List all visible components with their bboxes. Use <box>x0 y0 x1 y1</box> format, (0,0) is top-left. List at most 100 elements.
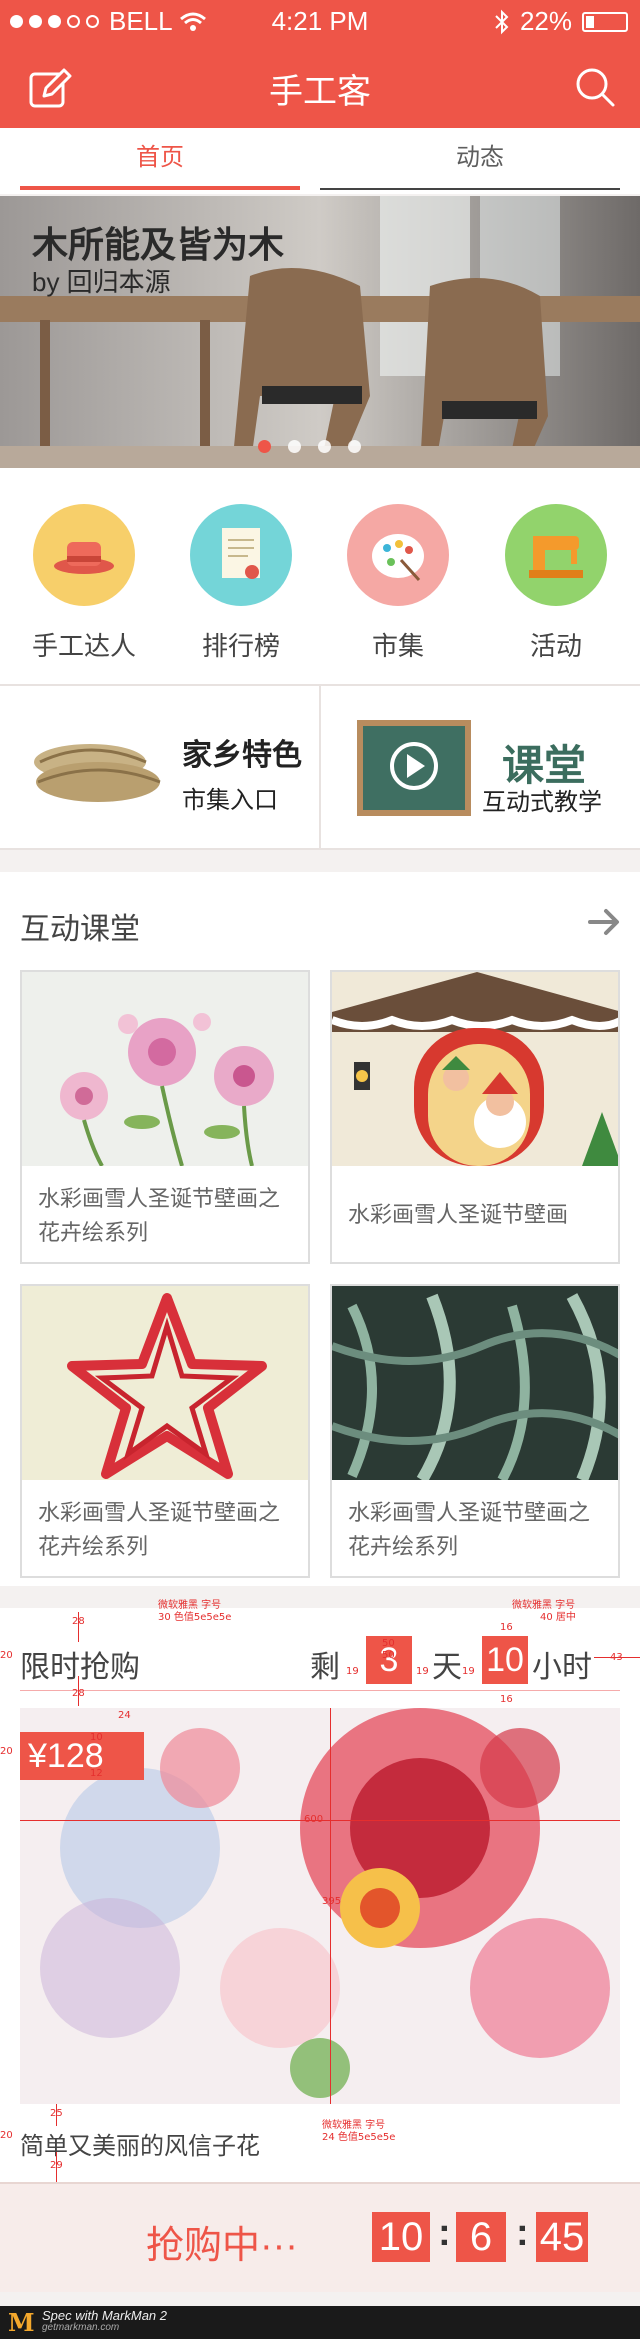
price-tag: ¥128 <box>20 1732 144 1780</box>
spec-number: 50 <box>382 1638 395 1649</box>
flash-sale-section: 限时抢购 剩 3 天 10 小时 ¥128 简单又美丽的风信子花 28 28 微… <box>0 1600 640 2182</box>
category-market[interactable]: 市集 <box>318 504 478 663</box>
battery-icon <box>582 11 628 32</box>
countdown-colon: : <box>438 2212 451 2254</box>
course-card-title: 水彩画雪人圣诞节壁画 <box>348 1202 569 1227</box>
straw-sandal-icon <box>34 744 161 802</box>
category-grid: 手工达人 排行榜 市集 活动 <box>0 468 640 684</box>
spec-number: 20 <box>0 2130 13 2141</box>
markman-footer: M Spec with MarkMan 2 getmarkman.com <box>0 2306 640 2339</box>
christmas-illustration-image <box>332 972 618 1166</box>
spec-number: 19 <box>346 1666 359 1677</box>
flash-buy-bar[interactable]: 抢购中··· 10 : 6 : 45 <box>0 2182 640 2292</box>
category-events[interactable]: 活动 <box>476 504 636 663</box>
carousel-dot[interactable] <box>318 440 331 453</box>
bluetooth-icon <box>495 9 509 34</box>
course-card-title: 水彩画雪人圣诞节壁画之花卉绘系列 <box>348 1500 591 1559</box>
certificate-icon <box>190 504 292 606</box>
flash-sale-heading: 限时抢购 <box>20 1651 140 1684</box>
countdown-colon: : <box>516 2212 529 2254</box>
spec-number: 29 <box>50 2160 63 2171</box>
markman-spec-text: Spec with MarkMan 2 <box>42 2308 167 2323</box>
spec-font-note: 微软雅黑 字号 <box>158 1600 222 1611</box>
sewing-machine-icon <box>505 504 607 606</box>
spec-font-note: 24 色值5e5e5e <box>322 2132 396 2143</box>
buying-label: 抢购中··· <box>146 2225 298 2267</box>
market-brand: 家乡特色 <box>182 738 302 773</box>
tab-divider <box>320 188 620 190</box>
interactive-class-section: 互动课堂 水彩画雪人圣诞节壁画之花卉绘系列 水彩画雪人圣诞节壁画 水彩画雪人圣诞… <box>0 872 640 1586</box>
nav-bar: 手工客 <box>0 42 640 128</box>
course-card[interactable]: 水彩画雪人圣诞节壁画之花卉绘系列 <box>330 1284 620 1578</box>
spec-number: 28 <box>72 1688 85 1699</box>
spec-number: 19 <box>416 1666 429 1677</box>
carousel-dots <box>258 440 361 453</box>
spec-number: 600 <box>304 1814 324 1825</box>
markman-site: getmarkman.com <box>42 2322 120 2333</box>
spec-font-note: 40 居中 <box>540 1612 576 1623</box>
spec-number: 19 <box>462 1666 475 1677</box>
status-right: 22% <box>494 6 628 37</box>
redline-guide <box>20 1690 620 1691</box>
hours-word: 小时 <box>532 1651 592 1684</box>
watercolor-flowers-image <box>22 972 308 1166</box>
category-label: 活动 <box>529 631 582 661</box>
tab-feed[interactable]: 动态 <box>320 128 640 194</box>
tab-home[interactable]: 首页 <box>0 128 320 194</box>
countdown-hours: 10 <box>372 2212 430 2262</box>
hours-box: 10 <box>482 1636 528 1684</box>
hat-icon <box>33 504 135 606</box>
classroom-entry[interactable] <box>321 686 640 848</box>
banner-title: 木所能及皆为木 <box>32 224 285 265</box>
days-word: 天 <box>432 1651 462 1684</box>
category-label: 手工达人 <box>31 631 136 661</box>
countdown-seconds: 45 <box>536 2212 588 2262</box>
category-label: 市集 <box>371 631 424 661</box>
category-craftsman[interactable]: 手工达人 <box>4 504 164 663</box>
course-card[interactable]: 水彩画雪人圣诞节壁画之花卉绘系列 <box>20 1284 310 1578</box>
remain-label: 剩 <box>310 1651 340 1684</box>
spec-number: 16 <box>500 1694 513 1705</box>
category-label: 排行榜 <box>201 631 280 661</box>
palette-icon <box>347 504 449 606</box>
tab-active-indicator <box>20 186 300 190</box>
carousel-dot[interactable] <box>288 440 301 453</box>
course-card-title: 水彩画雪人圣诞节壁画之花卉绘系列 <box>38 1186 281 1245</box>
course-card-title: 水彩画雪人圣诞节壁画之花卉绘系列 <box>38 1500 281 1559</box>
spec-font-note: 30 色值5e5e5e <box>158 1612 232 1623</box>
video-board-icon <box>357 720 471 816</box>
spec-number: 20 <box>0 1650 13 1661</box>
arrow-right-icon[interactable] <box>586 904 622 940</box>
market-label: 市集入口 <box>182 787 278 814</box>
spec-number: 12 <box>90 1768 103 1779</box>
spec-font-note: 微软雅黑 字号 <box>512 1600 576 1611</box>
leaf-pattern-image <box>332 1286 618 1480</box>
markman-logo: M <box>8 2308 35 2337</box>
category-ranking[interactable]: 排行榜 <box>161 504 321 663</box>
spec-number: 28 <box>72 1616 85 1627</box>
tab-bar: 首页 动态 <box>0 128 640 194</box>
spec-number: 10 <box>90 1732 103 1743</box>
promo-panel: 家乡特色 市集入口 课堂 互动式教学 <box>0 684 640 850</box>
banner-carousel[interactable]: 木所能及皆为木 by 回归本源 <box>0 196 640 468</box>
spec-number: 16 <box>500 1622 513 1633</box>
course-card[interactable]: 水彩画雪人圣诞节壁画之花卉绘系列 <box>20 970 310 1264</box>
status-bar: BELL 4:21 PM 22% <box>0 0 640 42</box>
paper-star-image <box>22 1286 308 1480</box>
page-title: 手工客 <box>269 73 371 111</box>
battery-percent: 22% <box>519 6 572 36</box>
search-icon[interactable] <box>574 66 616 108</box>
spec-number: 395 <box>322 1896 342 1907</box>
spec-number: 24 <box>118 1710 131 1721</box>
spec-number: 20 <box>0 1746 13 1757</box>
course-card[interactable]: 水彩画雪人圣诞节壁画 <box>330 970 620 1264</box>
spec-number: 43 <box>610 1652 623 1663</box>
market-entry[interactable]: 家乡特色 市集入口 <box>0 686 319 848</box>
carousel-dot[interactable] <box>348 440 361 453</box>
spec-font-note: 微软雅黑 字号 <box>322 2120 386 2131</box>
banner-subtitle: by 回归本源 <box>32 267 171 297</box>
section-heading: 互动课堂 <box>20 913 140 946</box>
classroom-label: 互动式教学 <box>482 789 602 816</box>
countdown-minutes: 6 <box>456 2212 506 2262</box>
carousel-dot[interactable] <box>258 440 271 453</box>
